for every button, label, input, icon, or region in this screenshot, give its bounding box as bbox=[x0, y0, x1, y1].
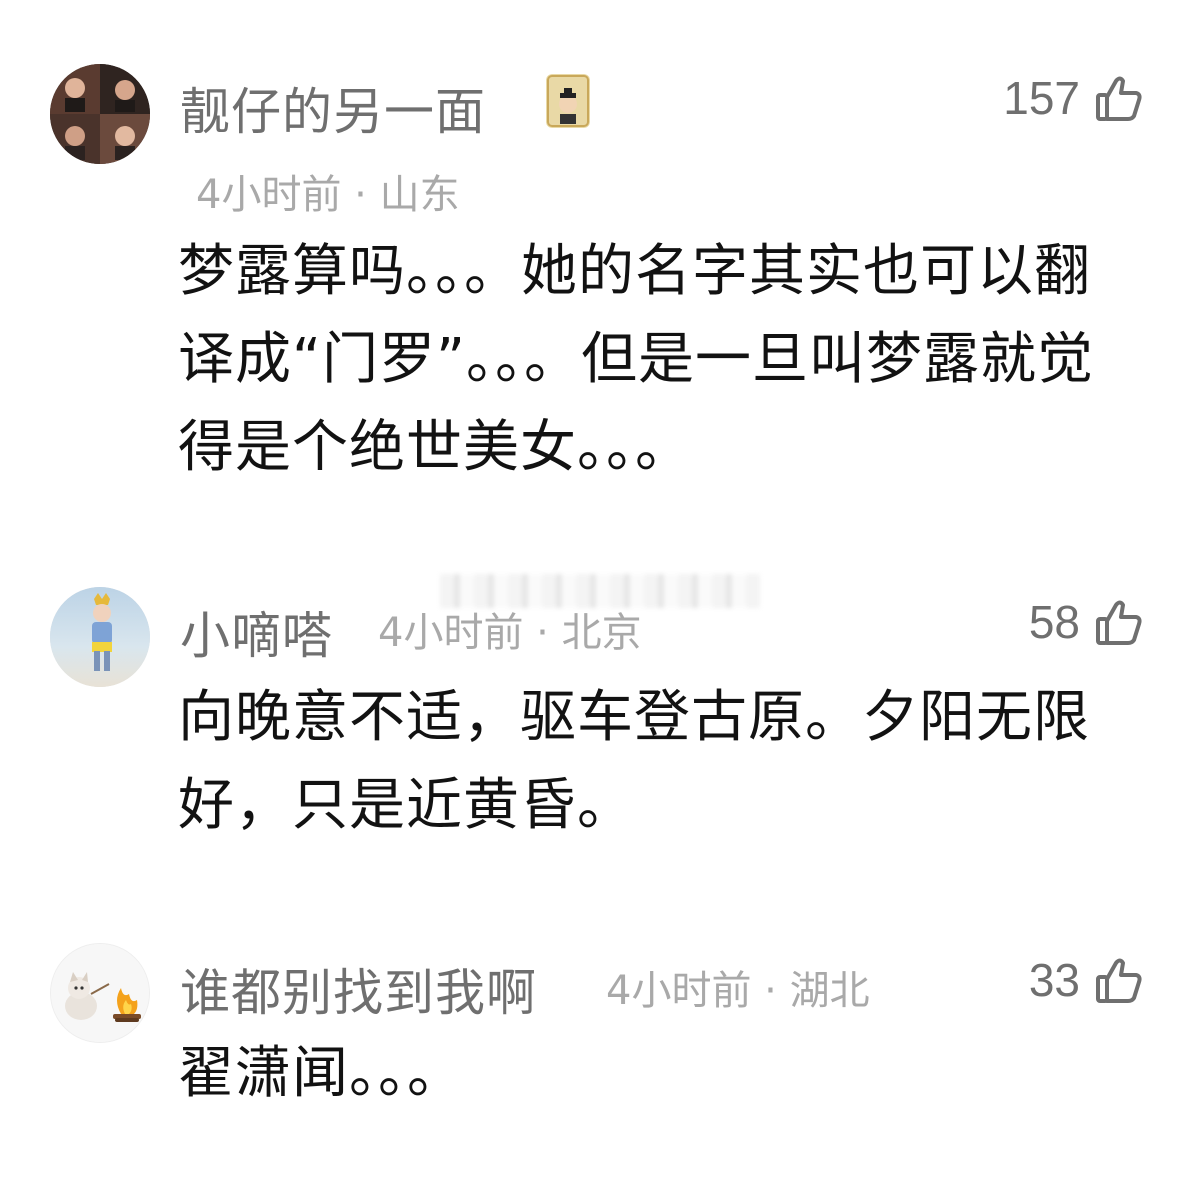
collage-photo-avatar-icon bbox=[50, 64, 150, 164]
thumbs-up-icon bbox=[1094, 597, 1144, 647]
like-count: 33 bbox=[1028, 954, 1080, 1006]
avatar[interactable] bbox=[50, 64, 150, 164]
like-count: 157 bbox=[1003, 72, 1080, 124]
username[interactable]: 谁都别找到我啊 bbox=[180, 953, 537, 1025]
modern-times-badge-icon bbox=[546, 74, 590, 128]
comment-meta: 4小时前 · 湖北 bbox=[606, 968, 870, 1014]
like-button[interactable]: 157 bbox=[1003, 68, 1144, 128]
comment-meta: 4小时前 · 北京 bbox=[378, 610, 642, 656]
avatar[interactable] bbox=[50, 943, 150, 1043]
comment-body: 翟潇闻。。。 bbox=[178, 1041, 464, 1106]
thumbs-up-icon bbox=[1094, 73, 1144, 123]
avatar[interactable] bbox=[50, 587, 150, 687]
child-photo-avatar-icon bbox=[50, 587, 150, 687]
like-button[interactable]: 33 bbox=[1029, 950, 1144, 1010]
comment-body: 向晚意不适，驱车登古原。夕阳无限好，只是近黄昏。 bbox=[178, 685, 1090, 838]
username[interactable]: 靓仔的另一面 bbox=[180, 72, 486, 144]
cat-campfire-avatar-icon bbox=[51, 944, 149, 1042]
comment-meta: 4小时前 · 山东 bbox=[196, 172, 460, 218]
like-count: 58 bbox=[1028, 596, 1080, 648]
comment-body: 梦露算吗。。。她的名字其实也可以翻译成“门罗”。。。但是一旦叫梦露就觉得是个绝世… bbox=[178, 239, 1095, 480]
username[interactable]: 小嘀嗒 bbox=[180, 596, 333, 668]
thumbs-up-icon bbox=[1094, 955, 1144, 1005]
like-button[interactable]: 58 bbox=[1029, 592, 1144, 652]
